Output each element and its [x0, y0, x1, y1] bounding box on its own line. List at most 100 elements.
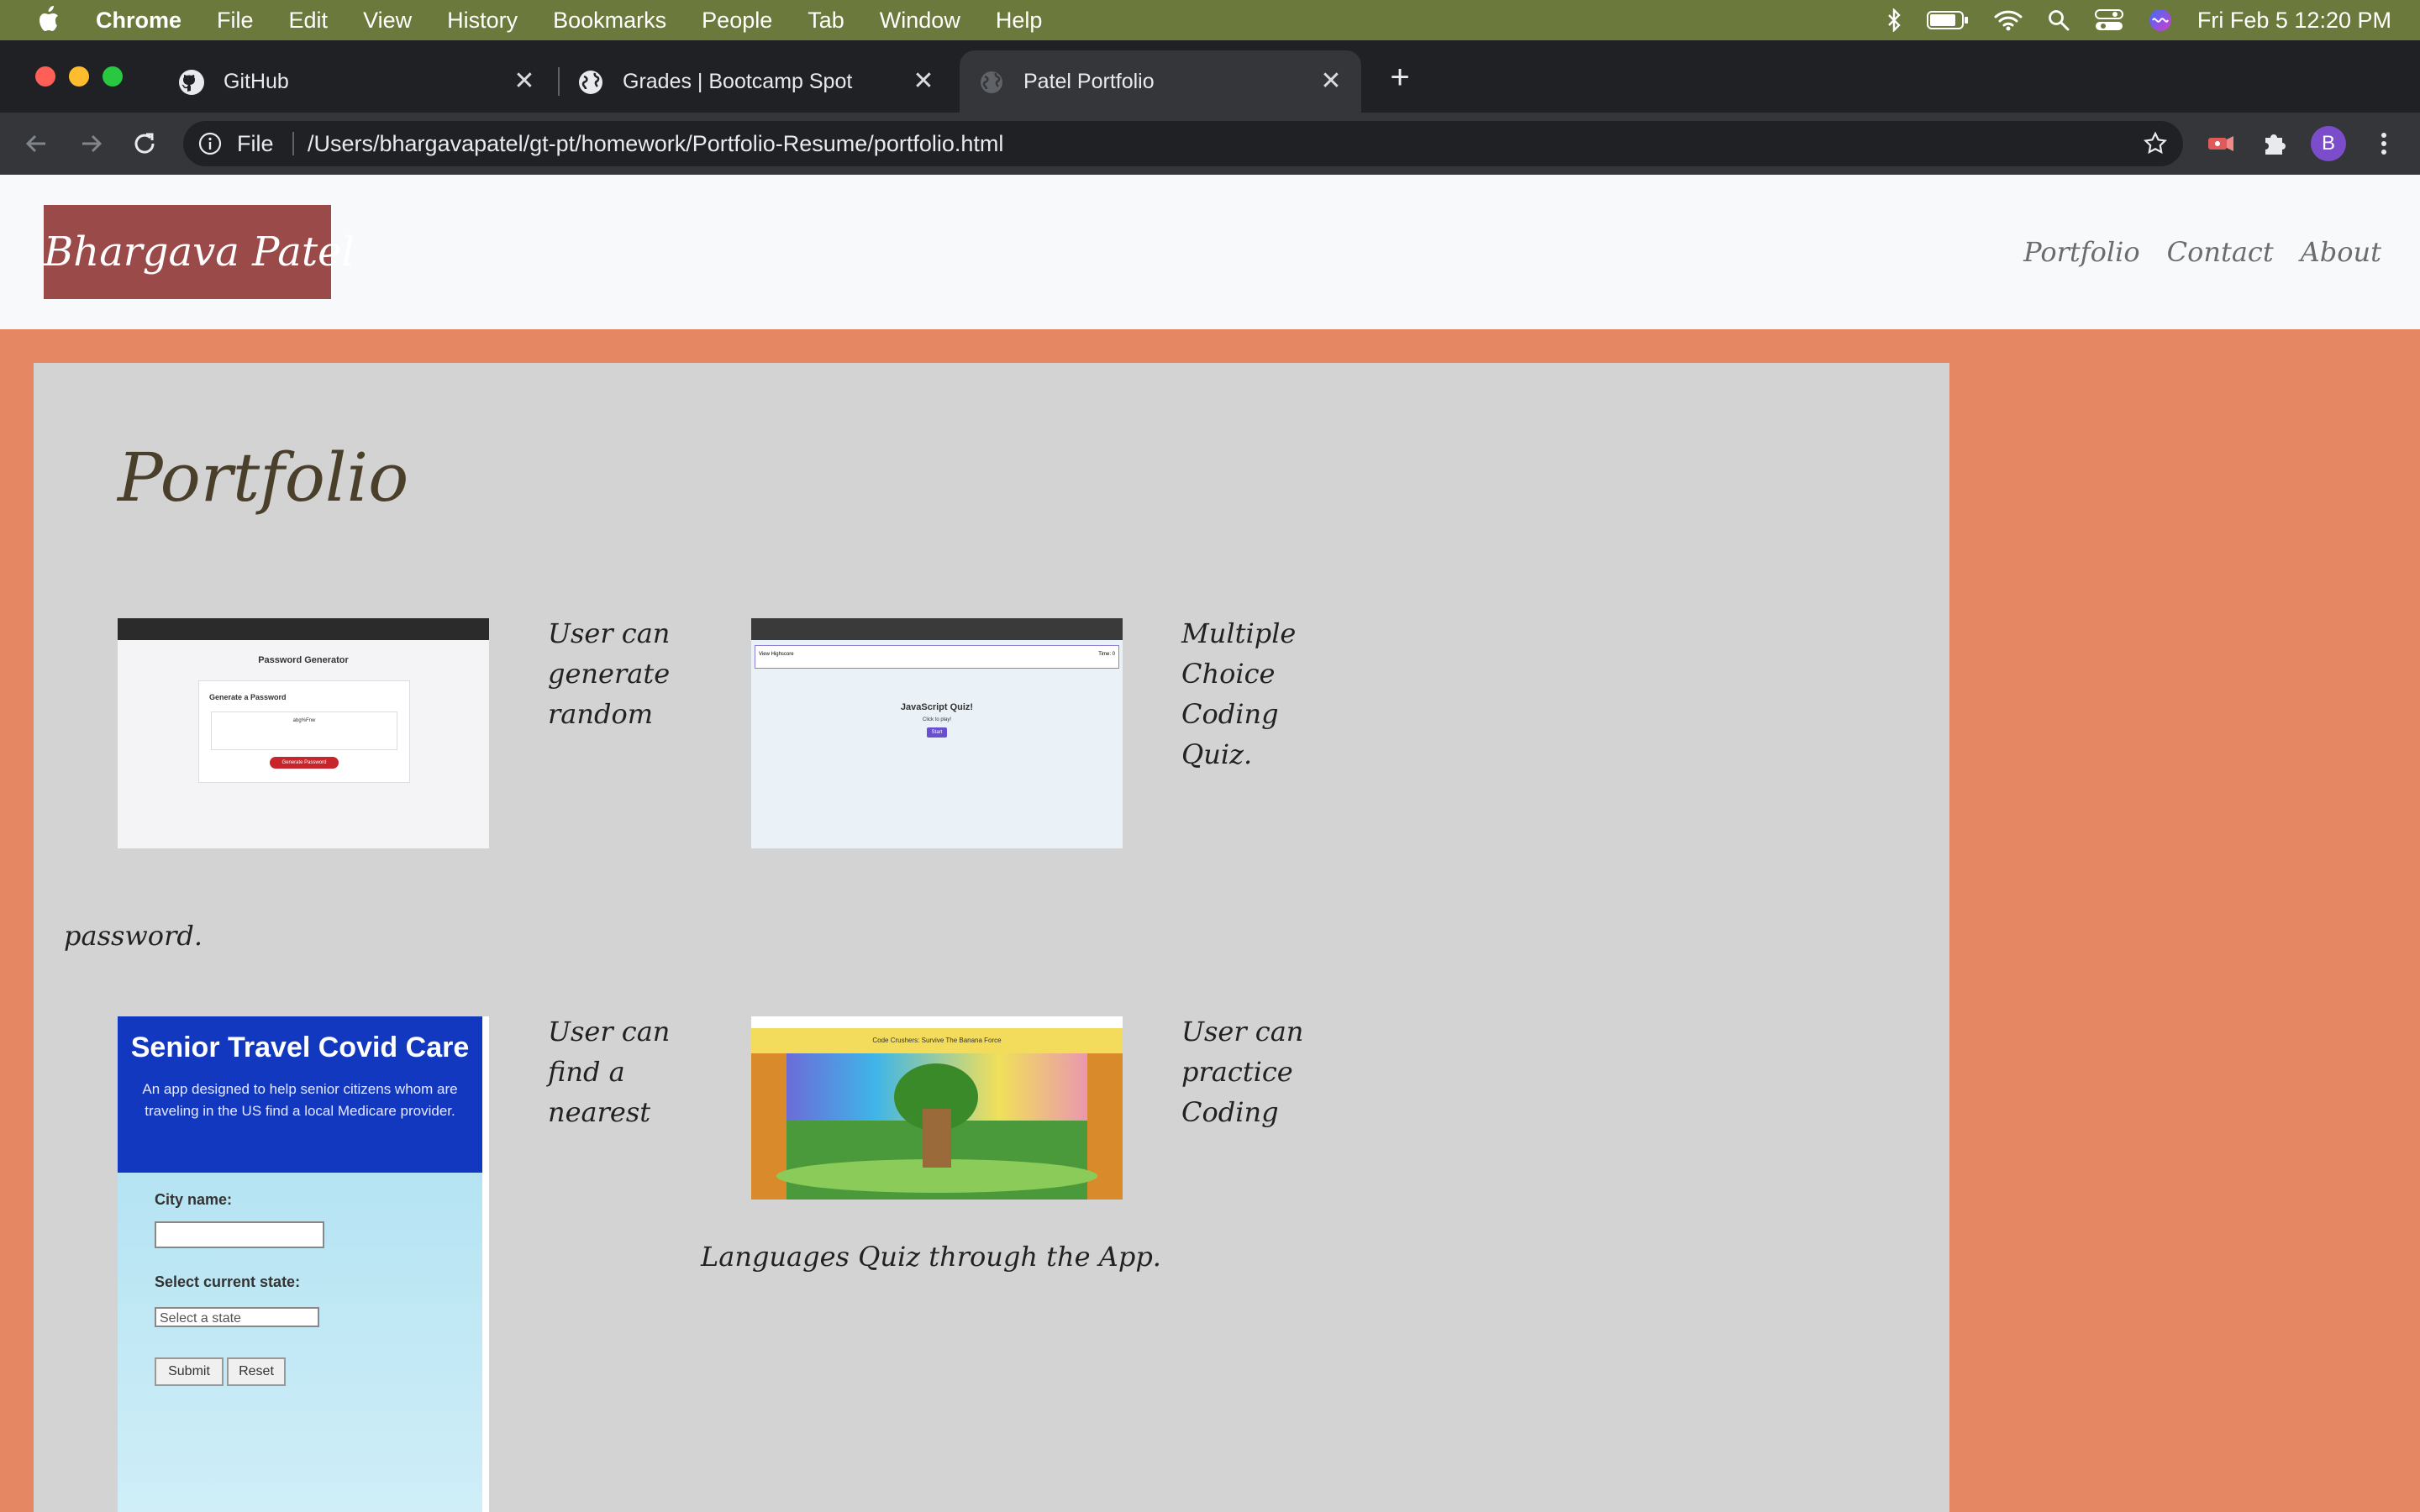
thumb-city-input [155, 1221, 324, 1248]
thumb-tree-trunk [923, 1109, 951, 1168]
site-header: Bhargava Patel Portfolio Contact About [0, 175, 2420, 329]
thumb-paragraph: An app designed to help senior citizens … [142, 1081, 458, 1119]
project-thumbnail-password-generator[interactable]: Password Generator Generate a Password a… [118, 618, 489, 848]
thumb-reset-button: Reset [227, 1357, 286, 1386]
thumb-timer: Time: 0 [1098, 652, 1115, 657]
nav-link-about[interactable]: About [2301, 236, 2381, 268]
thumb-generate-button: Generate Password [270, 757, 339, 769]
desc-line: Choice [1181, 658, 1276, 690]
menubar-clock[interactable]: Fri Feb 5 12:20 PM [2197, 8, 2391, 34]
tab-close-icon[interactable]: ✕ [509, 66, 539, 97]
desc-line: User can [548, 617, 671, 649]
thumb-banner: Code Crushers: Survive The Banana Force [751, 1028, 1123, 1053]
macos-menubar: Chrome File Edit View History Bookmarks … [0, 0, 2420, 40]
thumb-highscore-link: View Highscore [759, 652, 794, 657]
project-thumbnail-code-crushers[interactable]: Code Crushers: Survive The Banana Force [751, 1016, 1123, 1200]
profile-avatar[interactable]: B [2311, 126, 2346, 161]
menu-tab[interactable]: Tab [808, 8, 844, 34]
nav-link-contact[interactable]: Contact [2167, 236, 2274, 268]
web-page-viewport: Bhargava Patel Portfolio Contact About P… [0, 175, 2420, 1512]
thumb-submit-button: Submit [155, 1357, 224, 1386]
globe-icon [579, 71, 602, 94]
desc-line: generate [548, 658, 671, 690]
info-icon[interactable] [198, 132, 222, 155]
menu-help[interactable]: Help [996, 8, 1043, 34]
forward-arrow-icon[interactable] [74, 127, 108, 160]
thumb-heading: JavaScript Quiz! [900, 702, 974, 712]
desc-line: nearest [548, 1096, 651, 1128]
bookmark-star-icon[interactable] [2143, 131, 2168, 156]
thumb-quiz-header: View Highscore Time: 0 [755, 645, 1119, 669]
battery-icon[interactable] [1926, 9, 1969, 31]
desc-line: Coding [1181, 698, 1279, 730]
desc-line: random [548, 698, 654, 730]
desc-line: practice [1181, 1056, 1293, 1088]
globe-icon [981, 71, 1002, 93]
thumb-password-box: abg%Fnw [211, 711, 397, 750]
menu-bookmarks[interactable]: Bookmarks [553, 8, 666, 34]
thumb-heading: Password Generator [258, 655, 349, 665]
desc-line: User can [1181, 1016, 1304, 1047]
menu-app-name[interactable]: Chrome [96, 8, 182, 34]
project-description: User can practice Coding [1181, 1011, 1303, 1132]
thumb-start-button: Start [927, 727, 947, 738]
url-text[interactable]: /Users/bhargavapatel/gt-pt/homework/Port… [308, 121, 1003, 166]
apple-icon[interactable] [35, 5, 60, 34]
desc-line: User can [548, 1016, 671, 1047]
menu-people[interactable]: People [702, 8, 772, 34]
thumb-hero: Senior Travel Covid Care An app designed… [118, 1016, 482, 1173]
project-thumbnail-coding-quiz[interactable]: View Highscore Time: 0 JavaScript Quiz! … [751, 618, 1123, 848]
thumb-browser-bar [118, 618, 489, 640]
omnibox-divider [292, 132, 294, 155]
extension-icon[interactable] [2205, 128, 2237, 160]
thumb-browser-bar [751, 618, 1123, 640]
window-zoom-button[interactable] [103, 66, 123, 87]
project-thumbnail-senior-travel[interactable]: Senior Travel Covid Care An app designed… [118, 1016, 489, 1512]
site-logo[interactable]: Bhargava Patel [44, 205, 355, 299]
thumb-city-label: City name: [155, 1191, 233, 1208]
tab-close-icon[interactable]: ✕ [908, 66, 939, 97]
control-center-icon[interactable] [2094, 9, 2123, 31]
project-description: User can find a nearest [548, 1011, 670, 1132]
desc-line: Quiz. [1181, 738, 1253, 770]
window-minimize-button[interactable] [69, 66, 89, 87]
desc-line: Multiple [1181, 617, 1297, 649]
bluetooth-icon[interactable] [1886, 8, 1902, 32]
desc-line: find a [548, 1056, 625, 1088]
thumb-label: Generate a Password [209, 693, 287, 701]
tab-github[interactable]: GitHub ✕ [160, 50, 555, 113]
browser-toolbar: File /Users/bhargavapatel/gt-pt/homework… [0, 113, 2420, 175]
window-close-button[interactable] [35, 66, 55, 87]
extensions-puzzle-icon[interactable] [2259, 128, 2291, 160]
tab-title: GitHub [224, 70, 289, 93]
menu-file[interactable]: File [217, 8, 254, 34]
new-tab-button[interactable]: + [1382, 60, 1418, 95]
wifi-icon[interactable] [1994, 9, 2023, 31]
page-title: Portfolio [118, 438, 409, 517]
tab-grades-bootcamp-spot[interactable]: Grades | Bootcamp Spot ✕ [559, 50, 954, 113]
more-menu-icon[interactable] [2368, 128, 2400, 160]
desc-line: Coding [1181, 1096, 1279, 1128]
tab-title: Grades | Bootcamp Spot [623, 70, 853, 93]
browser-tab-strip: GitHub ✕ Grades | Bootcamp Spot ✕ Patel … [0, 40, 2420, 113]
spotlight-search-icon[interactable] [2048, 9, 2070, 31]
address-bar[interactable]: File /Users/bhargavapatel/gt-pt/homework… [183, 121, 2183, 166]
thumb-heading: Senior Travel Covid Care [130, 1032, 470, 1063]
thumb-state-label: Select current state: [155, 1273, 301, 1290]
nav-link-portfolio[interactable]: Portfolio [2023, 236, 2140, 268]
thumb-subtext: Click to play! [922, 717, 951, 722]
project-description-tail: password. [64, 920, 203, 952]
menu-edit[interactable]: Edit [289, 8, 329, 34]
tab-title: Patel Portfolio [1023, 70, 1155, 93]
menu-window[interactable]: Window [880, 8, 960, 34]
project-description-tail: Languages Quiz through the App. [701, 1241, 1161, 1273]
siri-icon[interactable] [2149, 8, 2172, 32]
reload-icon[interactable] [128, 127, 161, 160]
menu-history[interactable]: History [447, 8, 518, 34]
thumb-browser-bar [751, 1016, 1123, 1028]
tab-close-icon[interactable]: ✕ [1316, 66, 1346, 97]
back-arrow-icon[interactable] [20, 127, 54, 160]
menu-view[interactable]: View [363, 8, 412, 34]
tab-patel-portfolio[interactable]: Patel Portfolio ✕ [960, 50, 1361, 113]
thumb-state-select: Select a state [155, 1307, 319, 1327]
